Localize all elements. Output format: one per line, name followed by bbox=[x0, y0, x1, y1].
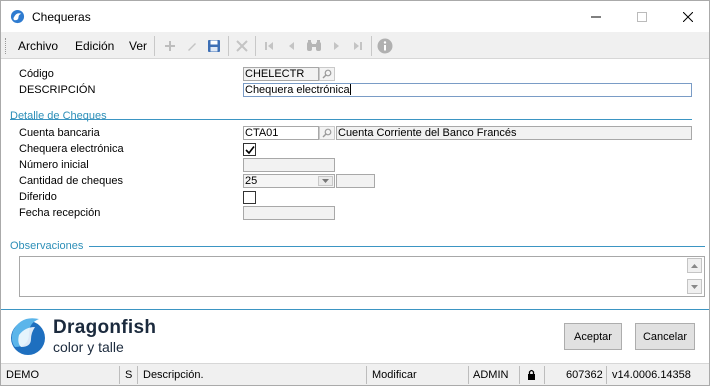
observaciones-section-title: Observaciones bbox=[10, 240, 84, 252]
cuenta-bancaria-label: Cuenta bancaria bbox=[19, 127, 100, 139]
brand-tagline: color y talle bbox=[53, 339, 124, 355]
cancel-button[interactable]: Cancelar bbox=[635, 323, 695, 350]
descripcion-value: Chequera electrónica bbox=[245, 84, 350, 96]
codigo-label: Código bbox=[19, 68, 54, 80]
toolbar-grip bbox=[5, 38, 8, 54]
status-separator bbox=[468, 366, 469, 384]
save-button[interactable] bbox=[205, 37, 223, 55]
chequera-electronica-checkbox[interactable] bbox=[243, 143, 256, 156]
chevron-up-icon bbox=[691, 263, 698, 268]
minimize-icon bbox=[591, 16, 601, 17]
codigo-lookup-button[interactable] bbox=[319, 67, 335, 81]
scroll-down-button[interactable] bbox=[687, 279, 702, 294]
add-icon bbox=[165, 41, 175, 51]
toolbar-separator bbox=[228, 36, 229, 56]
codigo-field[interactable]: CHELECTR bbox=[243, 67, 319, 81]
info-icon bbox=[377, 38, 393, 54]
status-separator bbox=[519, 366, 520, 384]
detalle-section-rule bbox=[10, 119, 692, 120]
cuenta-lookup-button[interactable] bbox=[319, 126, 335, 140]
accept-button[interactable]: Aceptar bbox=[564, 323, 622, 350]
app-icon bbox=[10, 9, 25, 24]
status-serial: 607362 bbox=[566, 369, 603, 381]
cantidad-cheques-value: 25 bbox=[245, 175, 258, 187]
fecha-recepcion-label: Fecha recepción bbox=[19, 207, 101, 219]
previous-record-button[interactable] bbox=[283, 37, 301, 55]
magnifier-icon bbox=[322, 128, 332, 138]
toolbar-separator bbox=[371, 36, 372, 56]
descripcion-field[interactable]: Chequera electrónica bbox=[243, 83, 692, 97]
brand-name: Dragonfish bbox=[53, 317, 157, 338]
status-description: Descripción. bbox=[143, 369, 204, 381]
close-icon bbox=[683, 11, 693, 22]
edit-icon bbox=[188, 43, 196, 51]
menu-archivo[interactable]: Archivo bbox=[18, 39, 58, 53]
toolbar-separator bbox=[255, 36, 256, 56]
status-separator bbox=[544, 366, 545, 384]
previous-record-icon bbox=[289, 42, 294, 50]
dragonfish-logo-icon bbox=[11, 318, 45, 355]
status-separator bbox=[366, 366, 367, 384]
cuenta-bancaria-field[interactable]: CTA01 bbox=[243, 126, 319, 140]
save-icon bbox=[208, 40, 220, 52]
observaciones-section-rule bbox=[89, 246, 705, 247]
cuenta-descripcion-field: Cuenta Corriente del Banco Francés bbox=[336, 126, 692, 140]
info-button[interactable] bbox=[376, 37, 394, 55]
status-separator bbox=[606, 366, 607, 384]
toolbar-separator bbox=[154, 36, 155, 56]
fecha-recepcion-field[interactable] bbox=[243, 206, 335, 220]
status-separator bbox=[119, 366, 120, 384]
delete-button[interactable] bbox=[233, 37, 251, 55]
next-record-icon bbox=[334, 42, 339, 50]
chevron-down-icon bbox=[691, 284, 698, 289]
status-s: S bbox=[125, 369, 133, 381]
search-button[interactable] bbox=[305, 37, 323, 55]
chevron-down-icon bbox=[322, 179, 329, 183]
menu-toolbar: Archivo Edición Ver bbox=[1, 32, 709, 59]
detalle-section-title: Detalle de Cheques bbox=[10, 110, 107, 122]
checkmark-icon bbox=[244, 145, 255, 154]
scroll-up-button[interactable] bbox=[687, 258, 702, 273]
numero-inicial-label: Número inicial bbox=[19, 159, 89, 171]
lock-icon bbox=[528, 369, 535, 380]
maximize-button[interactable] bbox=[619, 1, 665, 32]
observaciones-textarea[interactable] bbox=[19, 256, 705, 297]
status-user: ADMIN bbox=[473, 369, 509, 381]
minimize-button[interactable] bbox=[573, 1, 619, 32]
status-separator bbox=[137, 366, 138, 384]
descripcion-label: DESCRIPCIÓN bbox=[19, 84, 96, 96]
title-bar: Chequeras bbox=[1, 1, 709, 32]
footer-rule bbox=[1, 309, 709, 310]
chequeras-window: Chequeras Archivo Edición Ver Código CHE… bbox=[0, 0, 710, 386]
status-bar: DEMO S Descripción. Modificar ADMIN 6073… bbox=[1, 363, 709, 385]
status-version: v14.0006.14358 bbox=[612, 369, 691, 381]
status-mode: Modificar bbox=[372, 369, 417, 381]
first-record-icon bbox=[265, 42, 273, 50]
cantidad-extra-field bbox=[336, 174, 375, 188]
magnifier-icon bbox=[322, 69, 332, 79]
edit-button[interactable] bbox=[183, 37, 201, 55]
diferido-label: Diferido bbox=[19, 191, 57, 203]
last-record-button[interactable] bbox=[349, 37, 367, 55]
cantidad-cheques-select[interactable]: 25 bbox=[243, 174, 335, 188]
menu-edicion[interactable]: Edición bbox=[75, 39, 114, 53]
numero-inicial-field[interactable] bbox=[243, 158, 335, 172]
menu-ver[interactable]: Ver bbox=[129, 39, 147, 53]
binoculars-icon bbox=[307, 40, 321, 51]
next-record-button[interactable] bbox=[327, 37, 345, 55]
dropdown-button[interactable] bbox=[318, 176, 333, 186]
add-button[interactable] bbox=[161, 37, 179, 55]
chequera-electronica-label: Chequera electrónica bbox=[19, 143, 124, 155]
close-button[interactable] bbox=[665, 1, 710, 32]
window-title: Chequeras bbox=[32, 10, 91, 24]
text-caret bbox=[349, 84, 351, 95]
diferido-checkbox[interactable] bbox=[243, 191, 256, 204]
status-database: DEMO bbox=[6, 369, 39, 381]
delete-icon bbox=[236, 40, 248, 52]
last-record-icon bbox=[354, 42, 362, 50]
maximize-icon bbox=[637, 11, 647, 22]
first-record-button[interactable] bbox=[260, 37, 278, 55]
cantidad-cheques-label: Cantidad de cheques bbox=[19, 175, 123, 187]
